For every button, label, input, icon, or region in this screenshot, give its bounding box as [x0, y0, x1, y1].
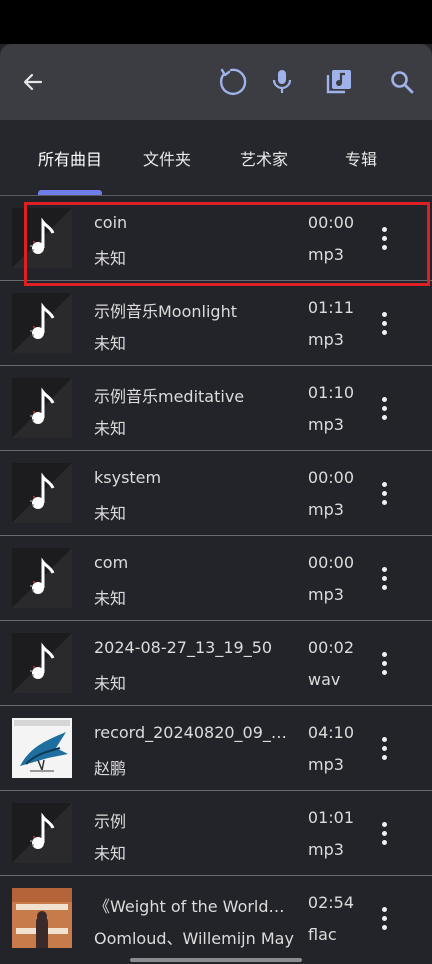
song-title: 示例 — [94, 812, 127, 831]
arrow-back-icon[interactable] — [14, 63, 52, 101]
more-options-icon[interactable] — [372, 732, 396, 764]
song-title: 示例音乐meditative — [94, 387, 245, 406]
song-row[interactable]: 示例音乐meditative 未知 01:10 mp3 — [0, 366, 432, 451]
note-icon — [12, 633, 72, 693]
song-row[interactable]: com 未知 00:00 mp3 — [0, 536, 432, 621]
tab-folders[interactable]: 文件夹 — [132, 148, 202, 172]
search-icon[interactable] — [383, 63, 421, 101]
note-icon — [12, 293, 72, 353]
song-format: mp3 — [308, 755, 344, 774]
more-options-icon[interactable] — [372, 392, 396, 424]
song-format: flac — [308, 925, 337, 944]
music-library-icon[interactable] — [320, 63, 358, 101]
song-duration: 01:10 — [307, 383, 354, 402]
song-artist: 未知 — [94, 249, 127, 268]
song-format: mp3 — [308, 585, 344, 604]
song-row[interactable]: ksystem 未知 00:00 mp3 — [0, 451, 432, 536]
more-options-icon[interactable] — [372, 222, 396, 254]
song-title: 示例音乐Moonlight — [94, 302, 237, 321]
song-duration: 01:01 — [307, 808, 354, 827]
song-duration: 00:00 — [307, 553, 354, 572]
song-artist: 赵鹏 — [94, 759, 127, 778]
more-options-icon[interactable] — [372, 902, 396, 934]
song-artist: 未知 — [94, 419, 127, 438]
song-artist: 未知 — [94, 334, 127, 353]
more-options-icon[interactable] — [372, 307, 396, 339]
home-indicator — [130, 958, 302, 962]
microphone-icon[interactable] — [263, 63, 301, 101]
song-duration: 00:02 — [307, 638, 354, 657]
song-title: com — [94, 553, 129, 572]
song-format: mp3 — [308, 245, 344, 264]
song-artist: 未知 — [94, 504, 127, 523]
album-art-bird — [12, 718, 72, 778]
song-artist: 未知 — [94, 844, 127, 863]
song-row[interactable]: record_20240820_09_38… 赵鹏 04:10 mp3 — [0, 706, 432, 791]
tab-bar: 所有曲目 文件夹 艺术家 专辑 — [0, 120, 432, 196]
song-row[interactable]: 示例 未知 01:01 mp3 — [0, 791, 432, 876]
note-icon — [12, 378, 72, 438]
song-title: record_20240820_09_38… — [94, 723, 294, 742]
song-duration: 00:00 — [307, 468, 354, 487]
song-row[interactable]: 示例音乐Moonlight 未知 01:11 mp3 — [0, 281, 432, 366]
song-row[interactable]: coin 未知 00:00 mp3 — [0, 196, 432, 281]
song-duration: 04:10 — [307, 723, 354, 742]
song-title: 2024-08-27_13_19_50 — [94, 638, 273, 657]
song-duration: 01:11 — [307, 298, 354, 317]
tab-all-tracks[interactable]: 所有曲目 — [30, 148, 110, 172]
song-format: mp3 — [308, 330, 344, 349]
tab-albums[interactable]: 专辑 — [331, 148, 391, 172]
tab-artists[interactable]: 艺术家 — [229, 148, 299, 172]
more-options-icon[interactable] — [372, 562, 396, 594]
top-toolbar — [0, 44, 432, 120]
album-art-weight — [12, 888, 72, 948]
note-icon — [12, 208, 72, 268]
song-row[interactable]: 《Weight of the World》… Oomloud、Willemijn… — [0, 876, 432, 961]
more-options-icon[interactable] — [372, 477, 396, 509]
song-duration: 00:00 — [307, 213, 354, 232]
song-artist: 未知 — [94, 674, 127, 693]
song-format: wav — [308, 670, 341, 689]
song-title: ksystem — [94, 468, 162, 487]
status-bar — [0, 0, 432, 44]
song-title: coin — [94, 213, 128, 232]
note-icon — [12, 803, 72, 863]
song-duration: 02:54 — [307, 893, 354, 912]
more-options-icon[interactable] — [372, 817, 396, 849]
note-icon — [12, 548, 72, 608]
song-format: mp3 — [308, 500, 344, 519]
song-row[interactable]: 2024-08-27_13_19_50 未知 00:02 wav — [0, 621, 432, 706]
refresh-icon[interactable] — [214, 63, 252, 101]
song-artist: Oomloud、Willemijn May — [94, 929, 294, 948]
song-format: mp3 — [308, 415, 344, 434]
song-format: mp3 — [308, 840, 344, 859]
note-icon — [12, 463, 72, 523]
song-artist: 未知 — [94, 589, 127, 608]
song-title: 《Weight of the World》… — [94, 897, 294, 916]
more-options-icon[interactable] — [372, 647, 396, 679]
